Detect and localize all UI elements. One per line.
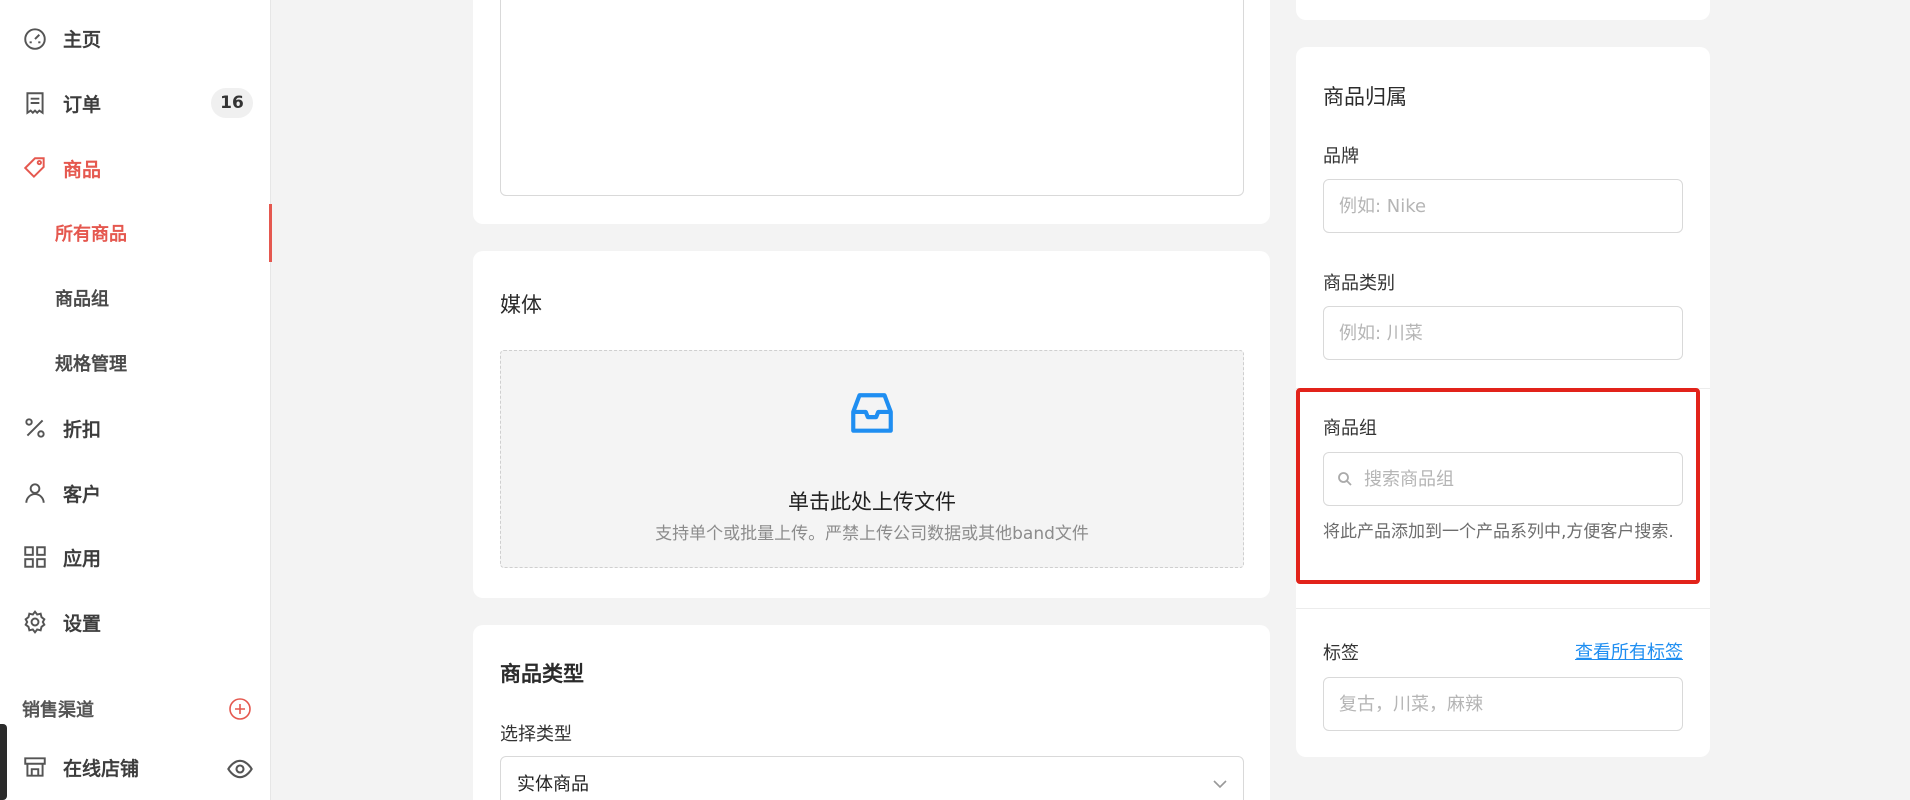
- ownership-card: 商品归属 品牌 商品类别 商品组 将此产品添加到一个产品系列中,方便客户搜索. …: [1296, 47, 1710, 757]
- add-channel-icon[interactable]: [228, 697, 252, 721]
- sub-label: 商品组: [55, 289, 109, 310]
- chevron-down-icon: [1211, 775, 1229, 793]
- nav-item-apps[interactable]: 应用: [0, 532, 271, 582]
- nav-label: 折扣: [63, 418, 102, 441]
- divider: [1296, 388, 1710, 389]
- drawer-handle[interactable]: [0, 724, 7, 800]
- upload-hint-text: 支持单个或批量上传。严禁上传公司数据或其他band文件: [655, 524, 1089, 544]
- user-icon: [22, 480, 48, 506]
- description-editor[interactable]: [500, 0, 1244, 196]
- product-group-label: 商品组: [1323, 418, 1377, 439]
- search-icon: [1337, 471, 1353, 487]
- dashboard-icon: [22, 25, 48, 51]
- product-group-search-input[interactable]: [1323, 452, 1683, 506]
- product-type-title: 商品类型: [500, 662, 584, 686]
- percent-icon: [22, 415, 48, 441]
- sub-label: 所有商品: [55, 224, 127, 245]
- nav-item-customers[interactable]: 客户: [0, 468, 271, 518]
- brand-label: 品牌: [1323, 146, 1359, 167]
- tags-input[interactable]: [1323, 677, 1683, 731]
- select-type-label: 选择类型: [500, 724, 572, 745]
- brand-input[interactable]: [1323, 179, 1683, 233]
- nav-label: 商品: [63, 158, 102, 181]
- status-card: [1296, 0, 1710, 20]
- file-upload-dropzone[interactable]: 单击此处上传文件 支持单个或批量上传。严禁上传公司数据或其他band文件: [500, 350, 1244, 568]
- nav-item-discounts[interactable]: 折扣: [0, 403, 271, 453]
- ownership-title: 商品归属: [1323, 85, 1407, 109]
- nav-item-home[interactable]: 主页: [0, 13, 271, 63]
- product-type-select[interactable]: 实体商品: [500, 756, 1244, 800]
- nav-label: 客户: [63, 483, 102, 506]
- eye-icon[interactable]: [226, 755, 254, 783]
- tag-icon: [22, 155, 48, 181]
- store-icon: [22, 754, 48, 780]
- nav-item-orders[interactable]: 订单 16: [0, 78, 271, 128]
- category-input[interactable]: [1323, 306, 1683, 360]
- nav-item-settings[interactable]: 设置: [0, 597, 271, 647]
- sub-label: 规格管理: [55, 354, 127, 375]
- nav-label: 在线店铺: [63, 757, 140, 780]
- nav-label: 设置: [63, 612, 102, 635]
- sales-channel-title: 销售渠道: [22, 700, 94, 721]
- sidebar-item-product-groups[interactable]: 商品组: [0, 273, 271, 323]
- divider: [1296, 608, 1710, 609]
- order-count-badge: 16: [211, 88, 253, 118]
- gear-icon: [22, 609, 48, 635]
- upload-main-text: 单击此处上传文件: [788, 490, 956, 514]
- nav-item-products[interactable]: 商品: [0, 143, 271, 193]
- media-card: 媒体 单击此处上传文件 支持单个或批量上传。严禁上传公司数据或其他band文件: [473, 251, 1270, 598]
- sidebar-item-spec-management[interactable]: 规格管理: [0, 338, 271, 388]
- sidebar: 主页 订单 16 商品 所有商品 商品组 规格管理 折扣 客户 应用 设置 销售…: [0, 0, 272, 800]
- apps-grid-icon: [22, 544, 48, 570]
- sidebar-item-all-products[interactable]: 所有商品: [0, 204, 272, 262]
- product-group-help: 将此产品添加到一个产品系列中,方便客户搜索.: [1323, 522, 1674, 542]
- nav-label: 主页: [63, 28, 102, 51]
- inbox-upload-icon: [847, 389, 897, 439]
- order-icon: [22, 90, 48, 116]
- nav-label: 订单: [63, 93, 102, 116]
- view-all-tags-link[interactable]: 查看所有标签: [1575, 638, 1683, 664]
- tags-label: 标签: [1323, 643, 1359, 664]
- media-title: 媒体: [500, 293, 542, 317]
- category-label: 商品类别: [1323, 273, 1395, 294]
- nav-label: 应用: [63, 547, 102, 570]
- description-card: [473, 0, 1270, 224]
- selected-type: 实体商品: [517, 774, 589, 795]
- product-type-card: 商品类型 选择类型 实体商品: [473, 625, 1270, 800]
